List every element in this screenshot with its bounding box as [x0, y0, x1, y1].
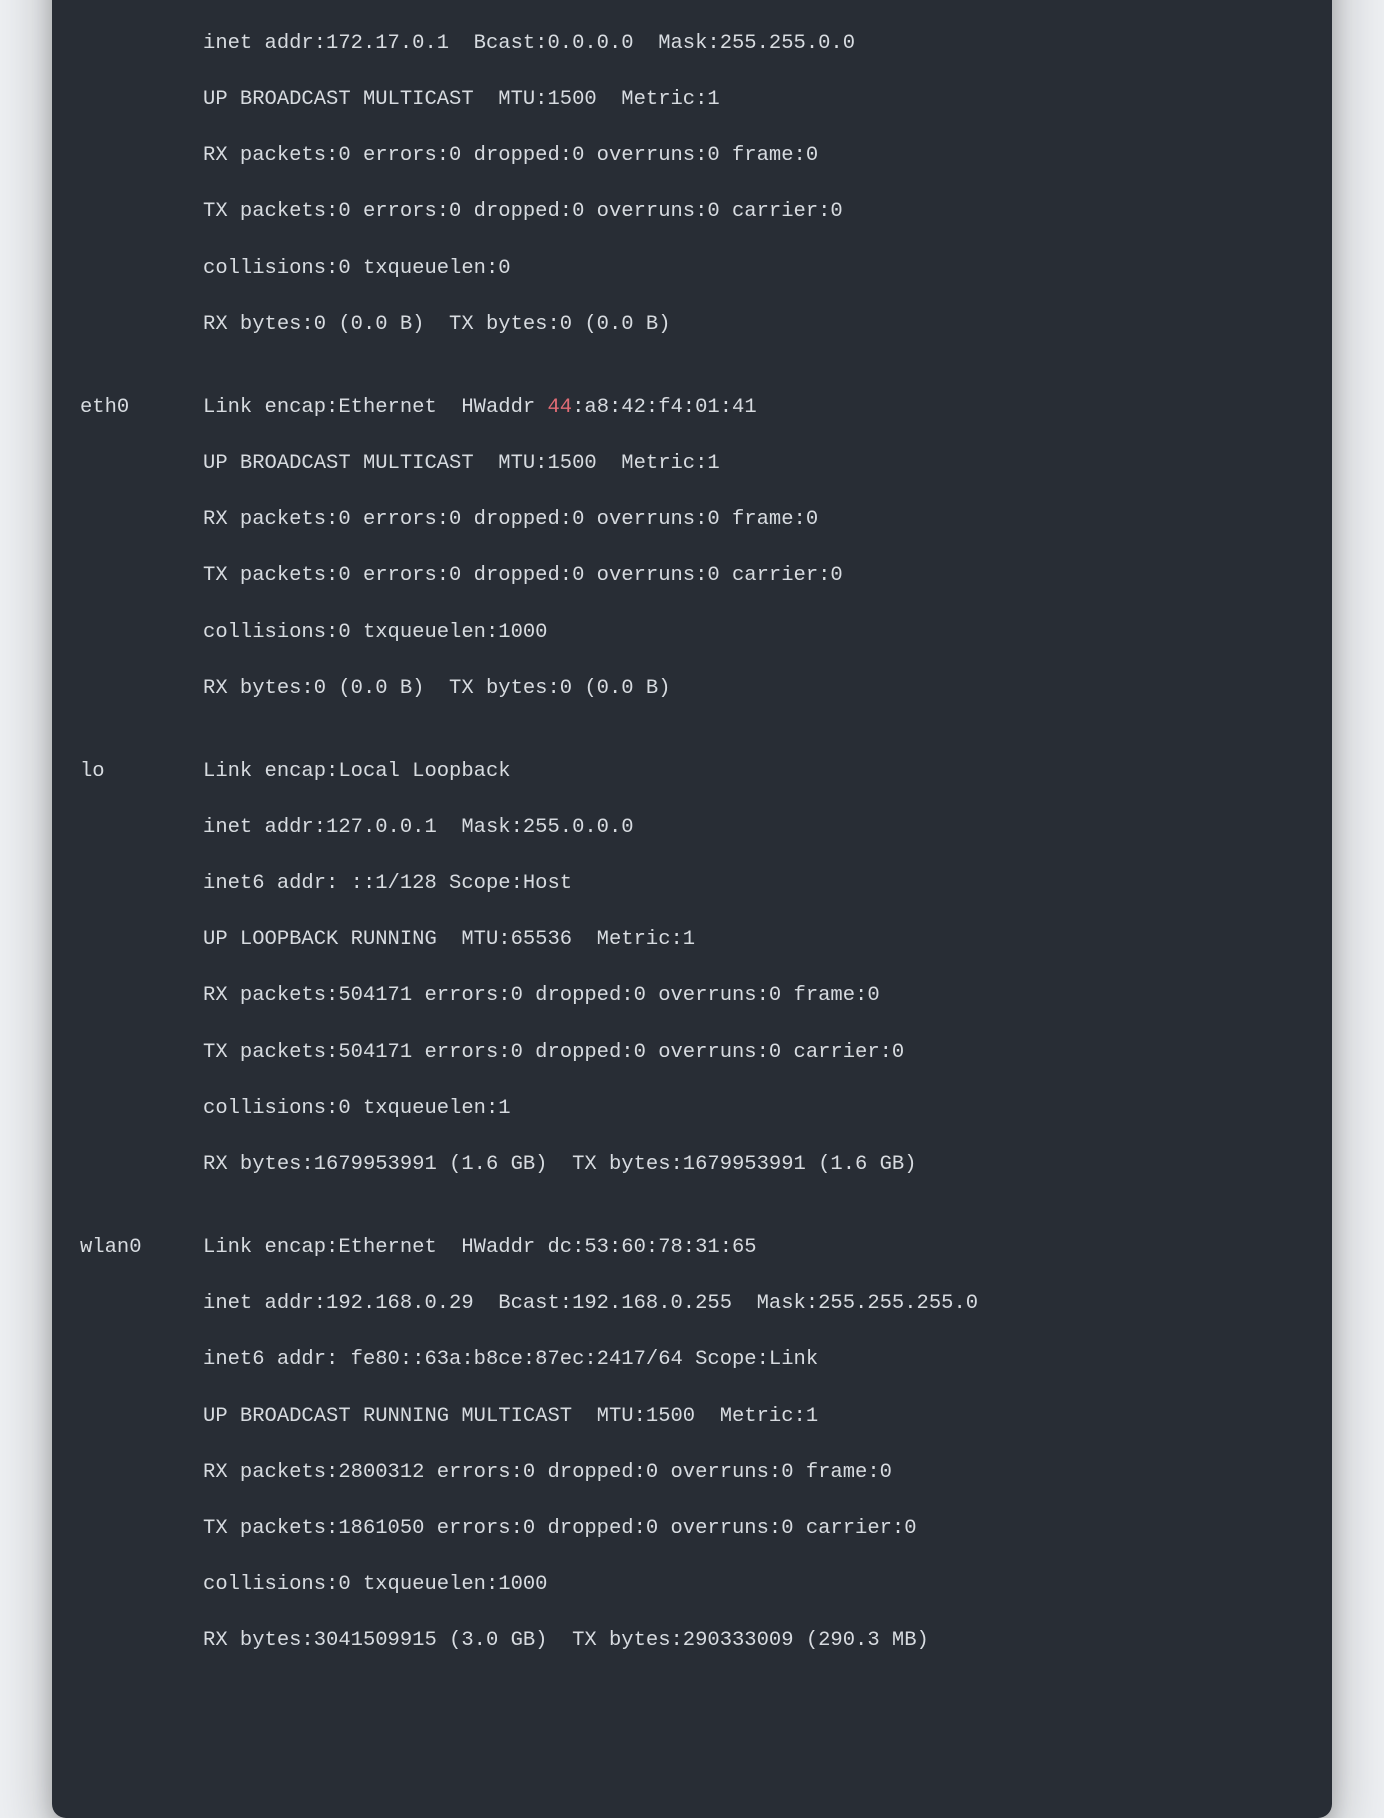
iface-line: inet6 addr: ::1/128 Scope:Host [203, 872, 572, 895]
iface-line: RX bytes:1679953991 (1.6 GB) TX bytes:16… [203, 1153, 917, 1176]
iface-line: TX packets:504171 errors:0 dropped:0 ove… [203, 1041, 904, 1064]
iface-line: inet addr:127.0.0.1 Mask:255.0.0.0 [203, 816, 634, 839]
iface-line: collisions:0 txqueuelen:0 [203, 257, 511, 280]
iface-line: collisions:0 txqueuelen:1000 [203, 1573, 547, 1596]
iface-line: RX packets:504171 errors:0 dropped:0 ove… [203, 984, 880, 1007]
iface-name: eth0 [80, 394, 203, 422]
iface-line: RX bytes:0 (0.0 B) TX bytes:0 (0.0 B) [203, 313, 670, 336]
iface-line: collisions:0 txqueuelen:1 [203, 1097, 511, 1120]
iface-line: Link encap:Local Loopback [203, 760, 511, 783]
iface-line: RX packets:2800312 errors:0 dropped:0 ov… [203, 1461, 892, 1484]
interface-docker0: docker0Link encap:Ethernet HWaddr 02:42:… [80, 0, 1304, 339]
iface-name: lo [80, 758, 203, 786]
terminal-window: superman# ifconfig docker0Link encap:Eth… [52, 0, 1332, 1818]
iface-line: inet addr:172.17.0.1 Bcast:0.0.0.0 Mask:… [203, 32, 855, 55]
iface-line: TX packets:0 errors:0 dropped:0 overruns… [203, 564, 843, 587]
terminal-content[interactable]: superman# ifconfig docker0Link encap:Eth… [52, 0, 1332, 1738]
iface-name: wlan0 [80, 1234, 203, 1262]
iface-line: UP LOOPBACK RUNNING MTU:65536 Metric:1 [203, 928, 695, 951]
iface-line: inet6 addr: fe80::63a:b8ce:87ec:2417/64 … [203, 1348, 818, 1371]
hwaddr-octet-highlight: 44 [547, 396, 572, 419]
interface-eth0: eth0Link encap:Ethernet HWaddr 44:a8:42:… [80, 394, 1304, 703]
iface-line: collisions:0 txqueuelen:1000 [203, 621, 547, 644]
iface-line: Link encap:Ethernet HWaddr dc:53:60:78:3… [203, 1236, 757, 1259]
iface-line: UP BROADCAST MULTICAST MTU:1500 Metric:1 [203, 452, 720, 475]
interface-lo: loLink encap:Local Loopback inet addr:12… [80, 758, 1304, 1179]
iface-line: RX packets:0 errors:0 dropped:0 overruns… [203, 508, 818, 531]
iface-line: UP BROADCAST RUNNING MULTICAST MTU:1500 … [203, 1405, 818, 1428]
iface-line: inet addr:192.168.0.29 Bcast:192.168.0.2… [203, 1292, 978, 1315]
iface-name: docker0 [80, 0, 203, 2]
stage: superman# ifconfig docker0Link encap:Eth… [0, 0, 1384, 1648]
iface-line: TX packets:1861050 errors:0 dropped:0 ov… [203, 1517, 917, 1540]
iface-line: TX packets:0 errors:0 dropped:0 overruns… [203, 200, 843, 223]
iface-line: RX bytes:3041509915 (3.0 GB) TX bytes:29… [203, 1629, 929, 1652]
iface-line: Link encap:Ethernet HWaddr 44:a8:42:f4:0… [203, 396, 757, 419]
iface-line: UP BROADCAST MULTICAST MTU:1500 Metric:1 [203, 88, 720, 111]
interface-wlan0: wlan0Link encap:Ethernet HWaddr dc:53:60… [80, 1234, 1304, 1655]
iface-line: RX bytes:0 (0.0 B) TX bytes:0 (0.0 B) [203, 677, 670, 700]
iface-line: RX packets:0 errors:0 dropped:0 overruns… [203, 144, 818, 167]
